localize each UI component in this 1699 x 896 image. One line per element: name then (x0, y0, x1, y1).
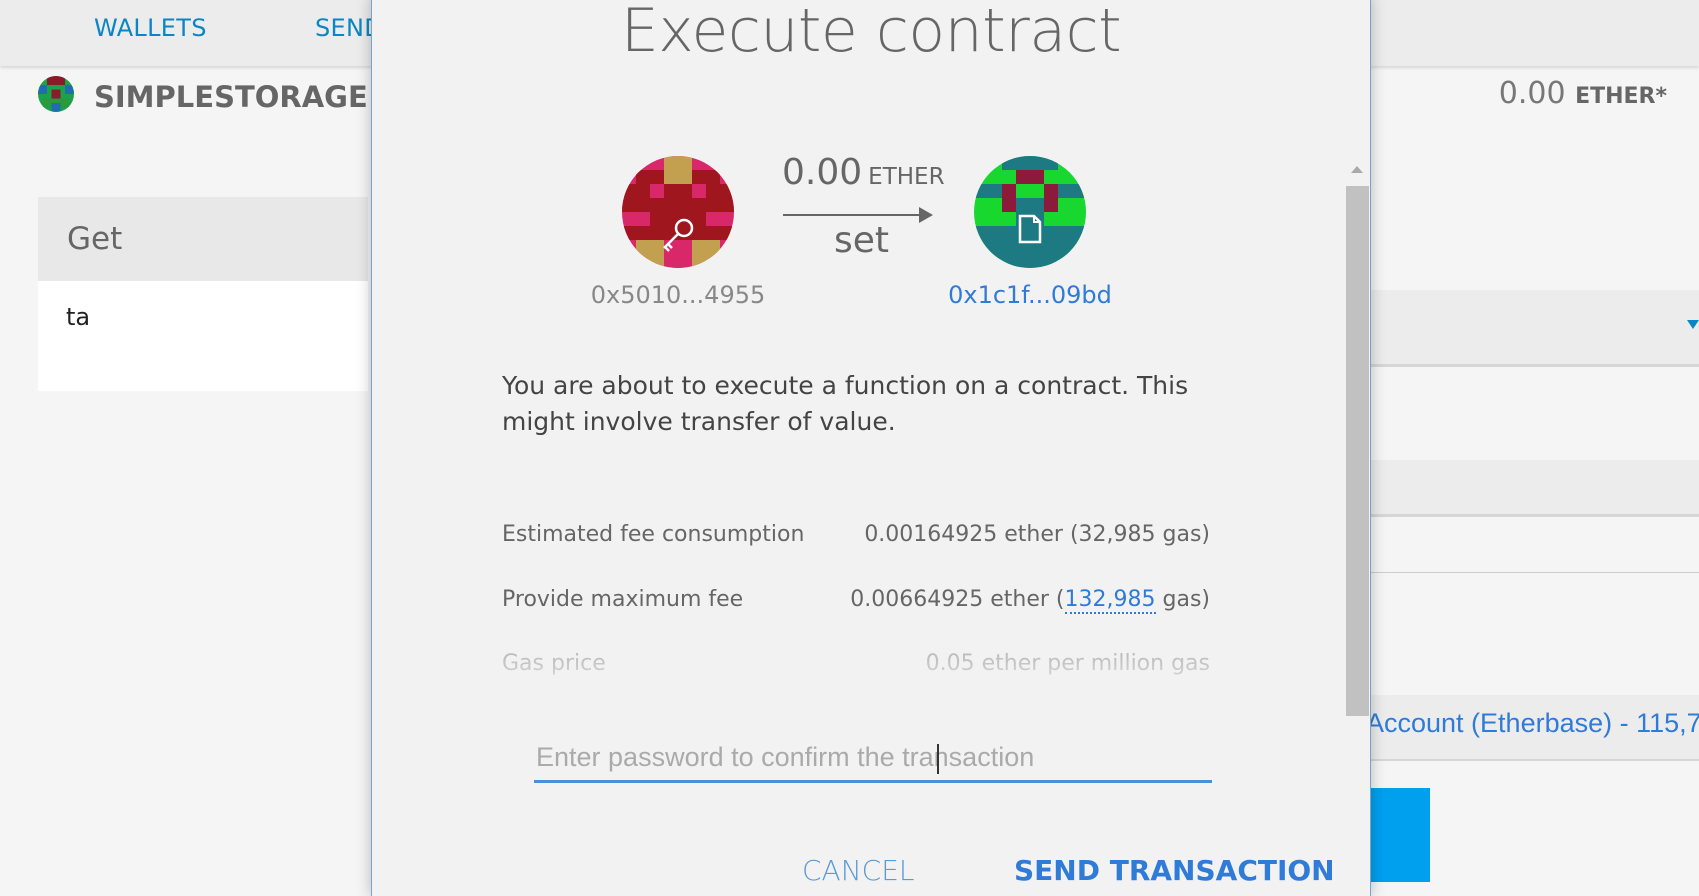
function-name: set (834, 220, 890, 261)
max-fee-value: 0.00664925 ether (132,985 gas) (850, 587, 1211, 614)
form-row (1370, 367, 1699, 457)
scroll-up-icon[interactable] (1351, 166, 1363, 173)
estimated-fee-value: 0.00164925 ether (32,985 gas) (864, 522, 1210, 547)
text-cursor (937, 744, 939, 774)
balance-amount: 0.00 (1498, 76, 1566, 111)
read-panel-header: Get (38, 197, 368, 281)
to-address-link[interactable]: 0x1c1f...09bd (920, 281, 1140, 309)
max-fee-suffix: gas) (1155, 587, 1211, 612)
account-select[interactable]: Account (Etherbase) - 115,7 (1366, 708, 1699, 739)
gas-price-value: 0.05 ether per million gas (925, 651, 1210, 676)
transfer-amount: 0.00 ETHER (782, 152, 945, 193)
modal-scrollbar[interactable] (1345, 156, 1370, 716)
execute-contract-modal: Execute contract 0x5010...4955 0.00 ETHER (371, 0, 1371, 896)
max-fee-label: Provide maximum fee (502, 587, 744, 612)
from-identicon[interactable] (622, 156, 734, 268)
read-function-panel: Get ta (38, 197, 368, 391)
execute-button[interactable] (1370, 788, 1430, 882)
document-icon (1018, 214, 1042, 244)
contract-identicon-icon (38, 76, 74, 112)
form-input[interactable] (1370, 460, 1699, 517)
amount-unit: ETHER (868, 164, 945, 190)
max-fee-prefix: 0.00664925 ether ( (850, 587, 1065, 612)
balance-unit: ETHER* (1575, 84, 1667, 109)
function-select[interactable] (1370, 290, 1699, 367)
read-field-label: ta (66, 303, 91, 331)
contract-balance: 0.00 ETHER* (1499, 76, 1667, 111)
from-address: 0x5010...4955 (590, 281, 766, 309)
amount-value: 0.00 (782, 152, 863, 193)
password-input[interactable] (534, 734, 1212, 783)
send-transaction-button[interactable]: SEND TRANSACTION (1014, 854, 1335, 887)
read-panel-title: Get (67, 221, 123, 257)
modal-title: Execute contract (620, 0, 1122, 66)
cancel-button[interactable]: CANCEL (802, 854, 915, 887)
key-icon (663, 218, 694, 252)
chevron-down-icon (1687, 320, 1699, 329)
contract-name: SIMPLESTORAGE (94, 80, 368, 114)
gas-amount-link[interactable]: 132,985 (1064, 587, 1156, 614)
nav-wallets[interactable]: WALLETS (94, 14, 207, 42)
form-input[interactable] (1370, 518, 1699, 573)
gas-price-label: Gas price (502, 651, 606, 676)
modal-description: You are about to execute a function on a… (502, 371, 1189, 436)
scroll-thumb[interactable] (1346, 186, 1369, 716)
to-identicon[interactable] (974, 156, 1086, 268)
estimated-fee-label: Estimated fee consumption (502, 522, 805, 547)
